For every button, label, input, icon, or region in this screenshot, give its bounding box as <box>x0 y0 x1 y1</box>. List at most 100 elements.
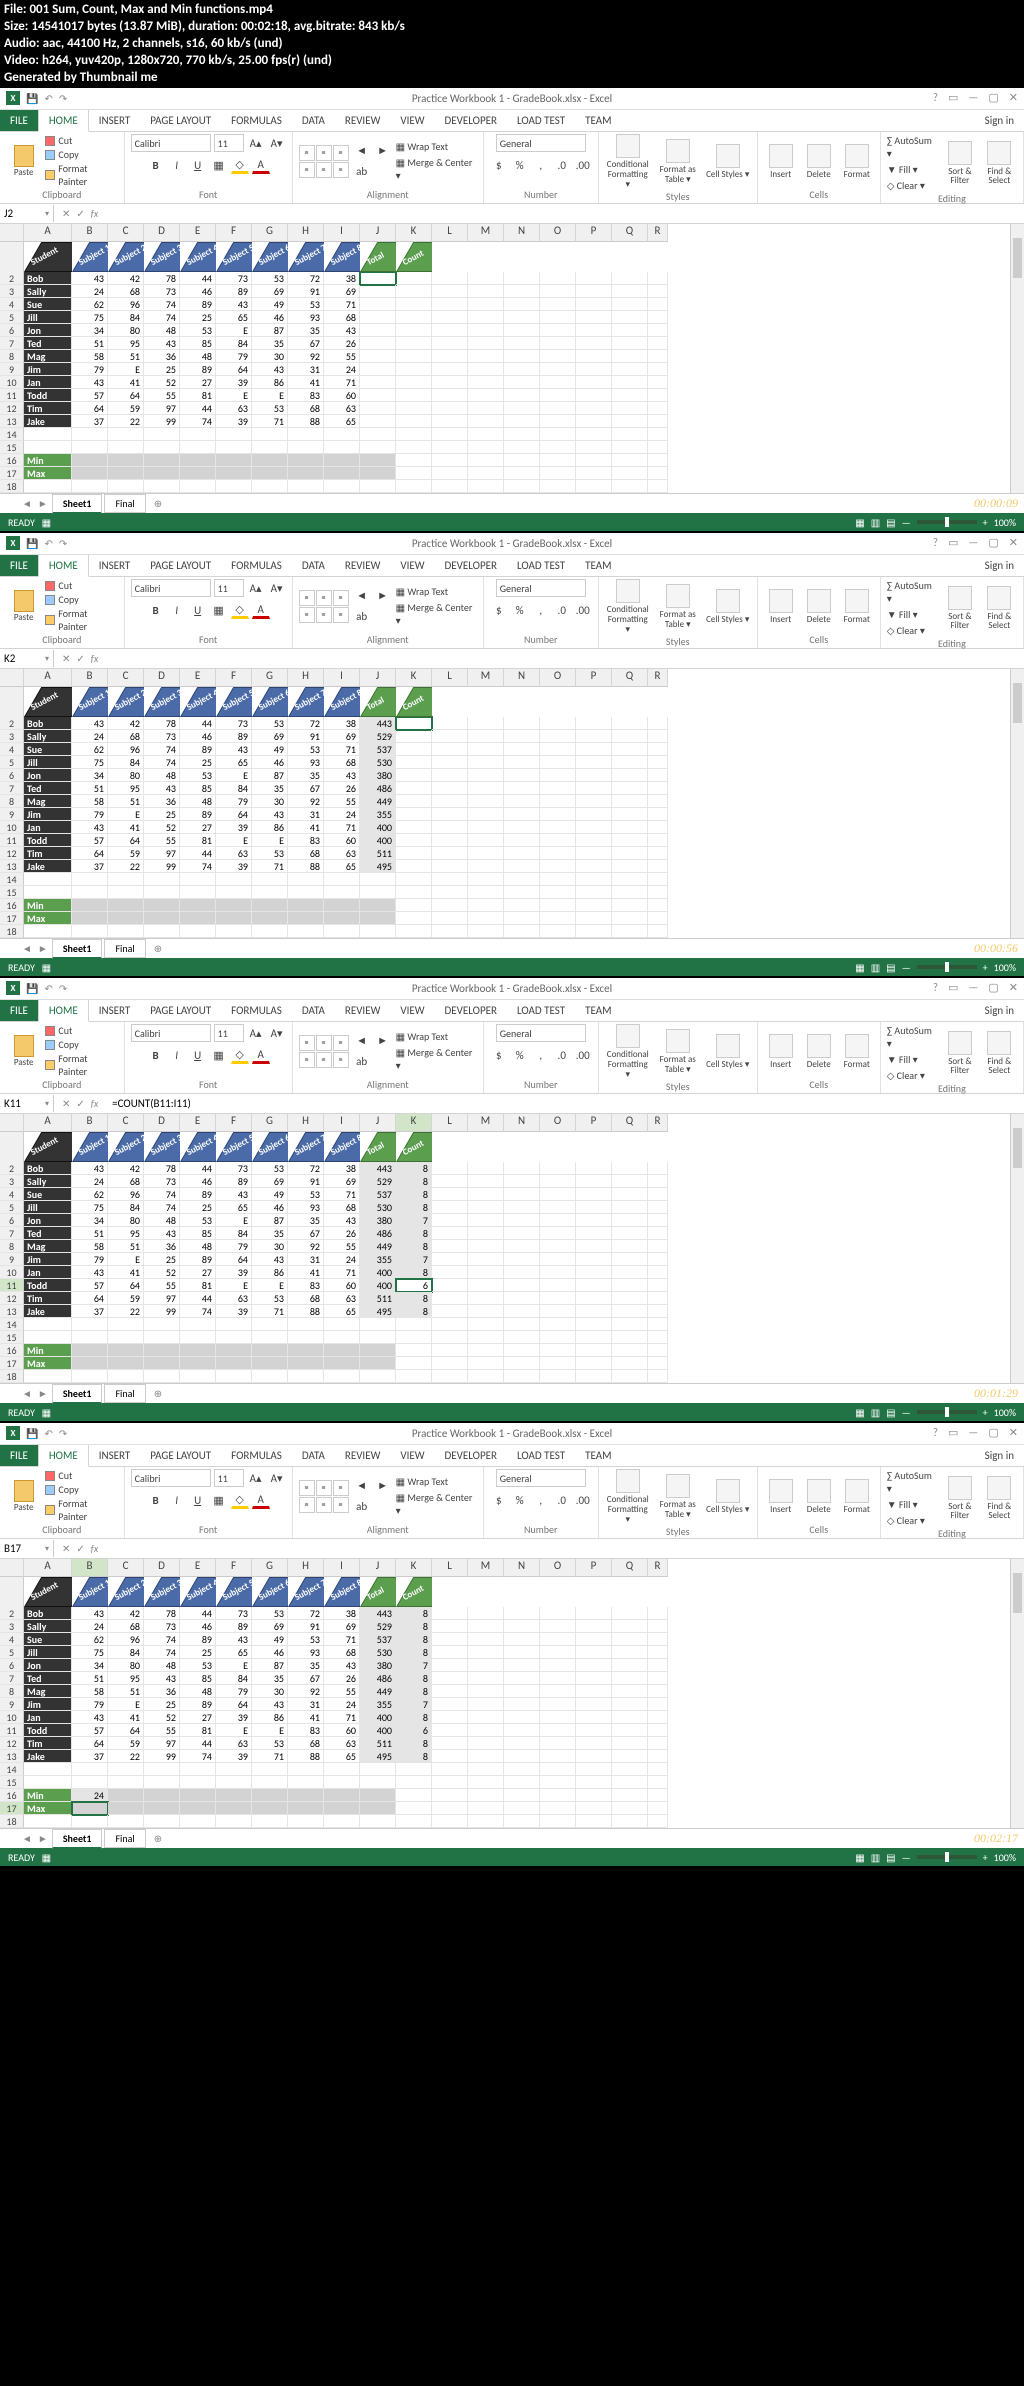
total-cell[interactable]: 511 <box>360 1292 396 1305</box>
grade-cell[interactable]: 75 <box>72 1646 108 1659</box>
grade-cell[interactable]: 97 <box>144 1737 180 1750</box>
summary-label[interactable]: Max <box>24 1357 72 1370</box>
grade-cell[interactable]: 81 <box>180 834 216 847</box>
new-sheet-icon[interactable]: ⊕ <box>148 1385 168 1402</box>
student-name[interactable]: Jon <box>24 769 72 782</box>
cell-styles-button[interactable]: Cell Styles ▾ <box>705 1034 751 1070</box>
student-name[interactable]: Todd <box>24 389 72 402</box>
minimize-icon[interactable]: — <box>968 1426 978 1439</box>
grade-cell[interactable]: 43 <box>144 782 180 795</box>
student-name[interactable]: Mag <box>24 1685 72 1698</box>
grade-cell[interactable]: 92 <box>288 1685 324 1698</box>
grade-cell[interactable]: 92 <box>288 795 324 808</box>
grade-cell[interactable]: 59 <box>108 402 144 415</box>
grade-cell[interactable]: 49 <box>252 298 288 311</box>
grade-cell[interactable]: 51 <box>72 1227 108 1240</box>
grade-cell[interactable]: 68 <box>108 730 144 743</box>
count-cell[interactable] <box>396 808 432 821</box>
grade-cell[interactable]: 41 <box>288 376 324 389</box>
grade-cell[interactable]: 46 <box>252 311 288 324</box>
fill-button[interactable]: ▼ Fill ▾ <box>887 1053 938 1066</box>
grade-cell[interactable]: 41 <box>108 376 144 389</box>
grade-cell[interactable]: 68 <box>108 1175 144 1188</box>
autosum-button[interactable]: ∑ AutoSum ▾ <box>887 579 938 605</box>
count-cell[interactable] <box>396 311 432 324</box>
grade-cell[interactable]: 71 <box>324 821 360 834</box>
tab-file[interactable]: FILE <box>0 1000 38 1021</box>
student-name[interactable]: Jan <box>24 1266 72 1279</box>
grade-cell[interactable]: 55 <box>144 1724 180 1737</box>
dec-decimal-icon[interactable]: .00 <box>574 601 592 619</box>
grade-cell[interactable]: 64 <box>216 1253 252 1266</box>
sheet-tab-final[interactable]: Final <box>104 494 145 513</box>
count-cell[interactable] <box>396 821 432 834</box>
total-cell[interactable]: 529 <box>360 1175 396 1188</box>
grade-cell[interactable]: 78 <box>144 1607 180 1620</box>
grade-cell[interactable]: 27 <box>180 1711 216 1724</box>
grade-cell[interactable]: 55 <box>324 1685 360 1698</box>
grade-cell[interactable]: 43 <box>72 272 108 285</box>
font-name-combo[interactable]: Calibri <box>131 579 211 597</box>
total-cell[interactable] <box>360 402 396 415</box>
grade-cell[interactable]: 36 <box>144 1685 180 1698</box>
grade-cell[interactable]: 48 <box>144 324 180 337</box>
view-break-icon[interactable]: ▤ <box>886 1406 895 1419</box>
grade-cell[interactable]: 27 <box>180 1266 216 1279</box>
grade-cell[interactable]: 84 <box>216 337 252 350</box>
total-cell[interactable]: 355 <box>360 1698 396 1711</box>
indent-left-icon[interactable]: ◄ <box>353 587 371 605</box>
grade-cell[interactable]: 89 <box>180 363 216 376</box>
fill-color-button[interactable]: ◇ <box>231 1491 249 1509</box>
font-name-combo[interactable]: Calibri <box>131 1469 211 1487</box>
clear-button[interactable]: ◇ Clear ▾ <box>887 624 938 637</box>
grade-cell[interactable]: 44 <box>180 1607 216 1620</box>
grade-cell[interactable]: 46 <box>180 1175 216 1188</box>
tab-home[interactable]: HOME <box>38 1444 89 1467</box>
ribbon-options-icon[interactable]: ▭ <box>948 1426 958 1439</box>
total-cell[interactable]: 486 <box>360 782 396 795</box>
grade-cell[interactable]: 88 <box>288 860 324 873</box>
grade-cell[interactable]: 91 <box>288 1175 324 1188</box>
grade-cell[interactable]: 51 <box>108 350 144 363</box>
save-icon[interactable]: 💾 <box>26 982 38 995</box>
sheet-nav-prev-icon[interactable]: ◄ <box>20 1387 34 1400</box>
font-size-combo[interactable]: 11 <box>214 579 244 597</box>
grade-cell[interactable]: 43 <box>252 808 288 821</box>
total-cell[interactable]: 355 <box>360 808 396 821</box>
grade-cell[interactable]: 59 <box>108 1737 144 1750</box>
grade-cell[interactable]: 95 <box>108 782 144 795</box>
grade-cell[interactable]: 25 <box>144 1253 180 1266</box>
tab-review[interactable]: REVIEW <box>335 1000 391 1021</box>
sheet-nav-prev-icon[interactable]: ◄ <box>20 497 34 510</box>
italic-button[interactable]: I <box>168 156 186 174</box>
help-icon[interactable]: ? <box>933 536 938 549</box>
grade-cell[interactable]: 63 <box>216 402 252 415</box>
total-cell[interactable]: 449 <box>360 1685 396 1698</box>
insert-cells-button[interactable]: Insert <box>764 144 798 180</box>
total-cell[interactable]: 529 <box>360 730 396 743</box>
grade-cell[interactable]: 97 <box>144 847 180 860</box>
grade-cell[interactable]: 35 <box>252 782 288 795</box>
grade-cell[interactable]: 69 <box>252 1620 288 1633</box>
sort-filter-button[interactable]: Sort & Filter <box>942 1476 977 1522</box>
grade-cell[interactable]: 89 <box>180 1633 216 1646</box>
tab-page-layout[interactable]: PAGE LAYOUT <box>140 1445 221 1466</box>
sheet-nav-next-icon[interactable]: ► <box>36 942 50 955</box>
grade-cell[interactable]: 69 <box>252 730 288 743</box>
grade-cell[interactable]: 73 <box>216 1162 252 1175</box>
grade-cell[interactable]: E <box>216 324 252 337</box>
tab-insert[interactable]: INSERT <box>89 110 141 131</box>
grade-cell[interactable]: 63 <box>324 402 360 415</box>
grade-cell[interactable]: 42 <box>108 272 144 285</box>
tab-home[interactable]: HOME <box>38 554 89 577</box>
tab-view[interactable]: VIEW <box>390 555 434 576</box>
count-cell[interactable] <box>396 860 432 873</box>
grade-cell[interactable]: 87 <box>252 1214 288 1227</box>
count-cell[interactable] <box>396 782 432 795</box>
grade-cell[interactable]: 34 <box>72 1659 108 1672</box>
sheet-nav-prev-icon[interactable]: ◄ <box>20 942 34 955</box>
count-cell[interactable]: 6 <box>396 1279 432 1292</box>
spreadsheet-grid[interactable]: ABCDEFGHIJKLMNOPQR StudentSubject 1Subje… <box>0 669 1024 938</box>
grade-cell[interactable]: 68 <box>108 1620 144 1633</box>
grade-cell[interactable]: 48 <box>144 1214 180 1227</box>
